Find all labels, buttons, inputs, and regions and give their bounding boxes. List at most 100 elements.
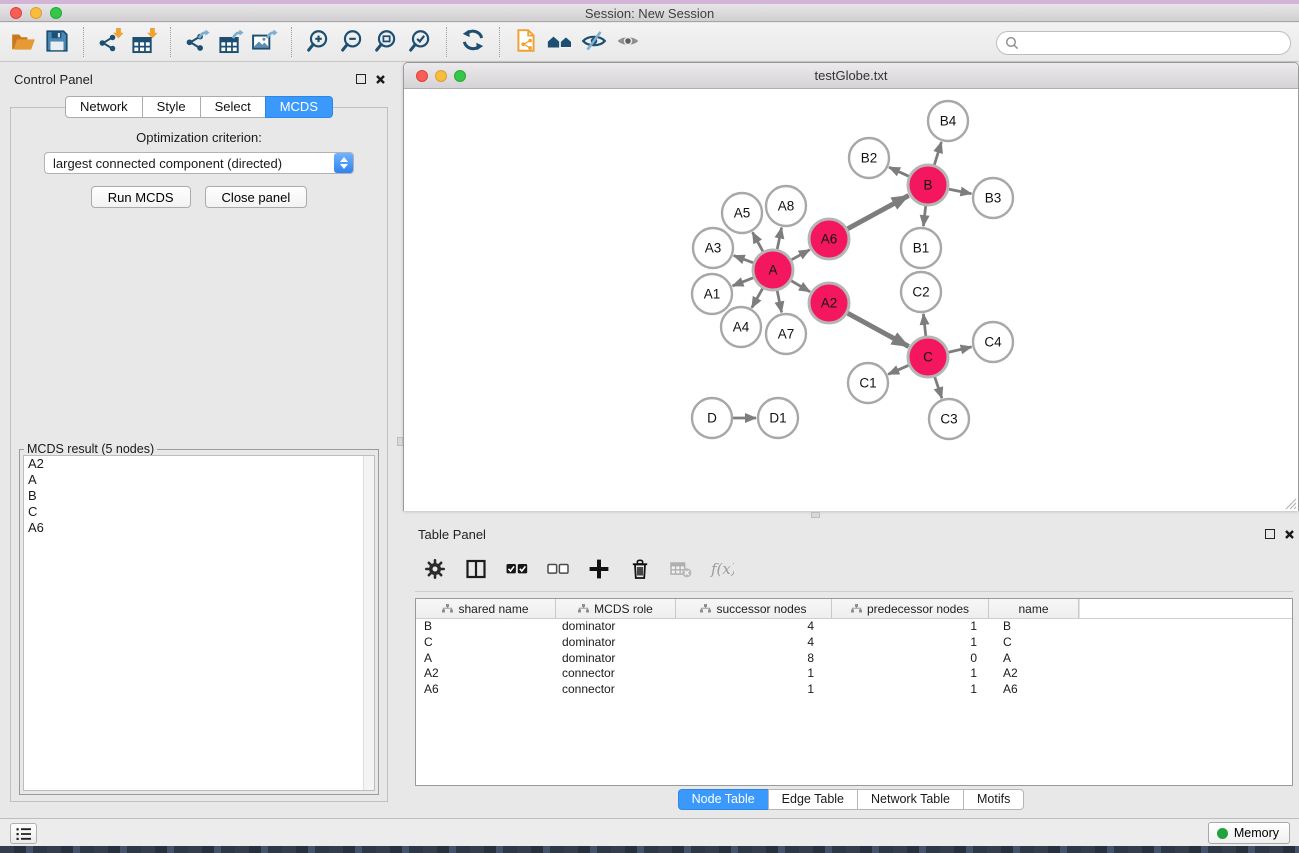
table-row[interactable]: Adominator80A [416,651,1292,667]
table-cell[interactable]: 1 [832,635,989,651]
mcds-result-item[interactable]: C [24,504,374,520]
edge-A-A1[interactable] [733,278,754,286]
table-float-panel-icon[interactable] [1265,529,1275,539]
table-cell[interactable]: 1 [832,619,989,635]
table-cell[interactable]: 4 [676,635,832,651]
edge-A-A3[interactable] [734,256,754,263]
table-cell[interactable]: dominator [556,651,676,667]
table-cell[interactable]: C [416,635,556,651]
table-cell[interactable]: C [989,635,1079,651]
table-row[interactable]: Bdominator41B [416,619,1292,635]
edge-A-A7[interactable] [777,291,781,313]
table-row[interactable]: A6connector11A6 [416,682,1292,698]
edge-B-B2[interactable] [889,167,909,176]
task-history-button[interactable] [10,823,37,844]
table-close-panel-icon[interactable] [1283,528,1295,540]
edge-A6-B[interactable] [847,196,908,229]
table-cell[interactable]: A2 [989,666,1079,682]
table-cell[interactable]: 1 [832,682,989,698]
table-cell[interactable]: B [416,619,556,635]
edge-C-C3[interactable] [935,377,942,398]
tab-select[interactable]: Select [200,96,266,118]
table-cell[interactable]: 1 [676,666,832,682]
table-cell[interactable]: 4 [676,619,832,635]
close-panel-icon[interactable] [374,73,386,85]
table-cell[interactable]: A6 [989,682,1079,698]
table-cell[interactable]: 1 [832,666,989,682]
edge-C-C2[interactable] [923,314,925,336]
edge-A-A8[interactable] [777,228,781,250]
edge-B-B4[interactable] [934,142,941,165]
import-table-button[interactable] [127,26,161,58]
table-cell[interactable]: A [989,651,1079,667]
table-row[interactable]: Cdominator41C [416,635,1292,651]
mcds-result-item[interactable]: A [24,472,374,488]
import-network-button[interactable] [93,26,127,58]
search-field[interactable] [996,31,1291,55]
table-cell[interactable]: connector [556,682,676,698]
criterion-dropdown[interactable]: largest connected component (directed) [44,152,354,174]
tab-network[interactable]: Network [65,96,143,118]
resize-grip-icon[interactable] [1284,497,1297,510]
result-scrollbar[interactable] [363,456,374,790]
tab-edge-table[interactable]: Edge Table [768,789,858,810]
column-header-MCDS-role[interactable]: MCDS role [556,599,676,618]
mcds-result-item[interactable]: B [24,488,374,504]
tab-style[interactable]: Style [142,96,201,118]
edge-A-A2[interactable] [791,281,810,292]
table-cell[interactable]: A2 [416,666,556,682]
tab-network-table[interactable]: Network Table [857,789,964,810]
create-column-button[interactable] [585,557,613,585]
edge-A-A6[interactable] [791,250,809,260]
edge-C-C4[interactable] [949,347,972,352]
show-all-button[interactable] [611,26,645,58]
table-cell[interactable]: A [416,651,556,667]
edge-C-C1[interactable] [888,365,909,374]
edge-A2-C[interactable] [847,313,908,346]
new-network-from-selection-button[interactable] [509,26,543,58]
edge-B-B3[interactable] [949,189,972,194]
save-session-button[interactable] [40,26,74,58]
first-neighbors-button[interactable] [543,26,577,58]
mcds-result-list[interactable]: A2ABCA6 [23,455,375,791]
vertical-splitter-handle[interactable] [397,437,403,446]
edge-A-A5[interactable] [753,232,764,251]
delete-columns-button[interactable] [626,557,654,585]
horizontal-splitter-handle[interactable] [811,512,820,518]
network-canvas[interactable]: AA1A2A3A4A5A6A7A8BB1B2B3B4CC1C2C3C4DD1 [404,89,1298,511]
table-cell[interactable]: B [989,619,1079,635]
edge-A-A4[interactable] [752,288,763,308]
run-mcds-button[interactable]: Run MCDS [91,186,191,208]
float-panel-icon[interactable] [356,74,366,84]
zoom-out-button[interactable] [335,26,369,58]
select-all-columns-button[interactable] [503,557,531,585]
edge-B-B1[interactable] [923,206,925,226]
table-cell[interactable]: A6 [416,682,556,698]
table-settings-button[interactable] [421,557,449,585]
open-session-button[interactable] [6,26,40,58]
table-cell[interactable]: 1 [676,682,832,698]
mcds-result-item[interactable]: A2 [24,456,374,472]
close-panel-button[interactable]: Close panel [205,186,308,208]
table-row[interactable]: A2connector11A2 [416,666,1292,682]
column-header-name[interactable]: name [989,599,1079,618]
table-cell[interactable]: 0 [832,651,989,667]
refresh-network-button[interactable] [456,26,490,58]
tab-motifs[interactable]: Motifs [963,789,1024,810]
search-input[interactable] [1024,36,1282,50]
table-cell[interactable]: connector [556,666,676,682]
tab-node-table[interactable]: Node Table [678,789,769,810]
memory-button[interactable]: Memory [1208,822,1290,844]
tab-mcds[interactable]: MCDS [265,96,333,118]
table-cell[interactable]: dominator [556,635,676,651]
table-cell[interactable]: 8 [676,651,832,667]
hide-selected-button[interactable] [577,26,611,58]
network-window-titlebar[interactable]: testGlobe.txt [404,63,1298,89]
export-image-button[interactable] [248,26,282,58]
export-table-button[interactable] [214,26,248,58]
zoom-in-button[interactable] [301,26,335,58]
mcds-result-item[interactable]: A6 [24,520,374,536]
split-panel-button[interactable] [462,557,490,585]
column-header-predecessor-nodes[interactable]: predecessor nodes [832,599,989,618]
column-header-shared-name[interactable]: shared name [416,599,556,618]
